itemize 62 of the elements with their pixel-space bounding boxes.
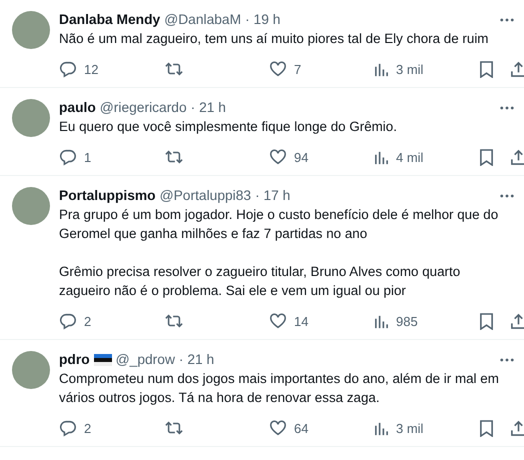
more-options-icon[interactable] xyxy=(500,106,514,110)
view-count: 4 mil xyxy=(396,150,424,164)
post-time[interactable]: · 17 h xyxy=(255,188,290,203)
views-chart-icon[interactable] xyxy=(374,420,389,436)
comment-icon[interactable] xyxy=(59,419,77,437)
repost-icon[interactable] xyxy=(164,312,184,330)
view-count: 3 mil xyxy=(396,420,424,436)
heart-icon[interactable] xyxy=(269,60,287,78)
user-name[interactable]: Portaluppismo xyxy=(59,188,156,203)
heart-icon[interactable] xyxy=(269,312,287,330)
like-count: 14 xyxy=(294,314,308,328)
avatar-photo-placeholder[interactable] xyxy=(12,351,50,389)
reply-text: Pra grupo é um bom jogador. Hoje o custo benefício dele é melhor que do Geromel que ganha milhões e faz 7 partidas no ano xyxy=(59,206,500,243)
repost-icon[interactable] xyxy=(164,419,184,437)
reply-text: Não é um mal zagueiro, tem uns aí muito piores tal de Ely chora de ruim xyxy=(59,30,490,48)
heart-icon[interactable] xyxy=(269,419,287,437)
more-options-icon[interactable] xyxy=(500,358,514,362)
bookmark-icon[interactable] xyxy=(479,60,494,78)
view-count: 3 mil xyxy=(396,62,424,76)
avatar-photo-placeholder[interactable] xyxy=(12,11,50,49)
more-options-icon[interactable] xyxy=(500,18,514,22)
reply-text: Eu quero que você simplesmente fique longe do Grêmio. xyxy=(59,118,398,136)
like-count: 7 xyxy=(294,62,302,76)
post-time[interactable]: · 19 h xyxy=(245,12,280,27)
repost-icon[interactable] xyxy=(164,60,184,78)
more-options-icon[interactable] xyxy=(500,194,514,198)
avatar-photo-placeholder[interactable] xyxy=(12,99,50,137)
bookmark-icon[interactable] xyxy=(479,420,494,436)
view-count: 985 xyxy=(396,314,418,328)
user-handle[interactable]: @_pdrow xyxy=(116,352,175,367)
user-handle[interactable]: @Portaluppi83 xyxy=(160,188,252,203)
heart-icon[interactable] xyxy=(269,148,287,166)
flag-icon xyxy=(94,354,112,366)
bookmark-icon[interactable] xyxy=(479,148,494,166)
post-time[interactable]: · 21 h xyxy=(178,352,214,367)
like-count: 94 xyxy=(294,150,308,164)
share-icon[interactable] xyxy=(510,420,524,436)
like-count: 64 xyxy=(294,420,308,436)
share-icon[interactable] xyxy=(510,60,524,78)
reply-text: Grêmio precisa resolver o zagueiro titular, Bruno Alves como quarto zagueiro não é o problema. Sai ele e vem um igual ou pior xyxy=(59,263,462,300)
comment-icon[interactable] xyxy=(59,60,77,78)
user-name[interactable]: Danlaba Mendy xyxy=(59,12,160,27)
views-chart-icon[interactable] xyxy=(374,314,389,328)
bookmark-icon[interactable] xyxy=(479,312,494,330)
avatar-photo-placeholder[interactable] xyxy=(12,187,50,225)
user-handle[interactable]: @riegericardo xyxy=(100,100,187,115)
views-chart-icon[interactable] xyxy=(374,62,389,76)
share-icon[interactable] xyxy=(510,148,524,166)
reply-count: 2 xyxy=(84,314,92,328)
user-handle[interactable]: @DanlabaM xyxy=(164,12,242,27)
comment-icon[interactable] xyxy=(59,312,77,330)
reply-count: 2 xyxy=(84,420,92,436)
comment-icon[interactable] xyxy=(59,148,77,166)
reply-count: 12 xyxy=(84,62,98,76)
user-name[interactable]: paulo xyxy=(59,100,96,115)
post-time[interactable]: · 21 h xyxy=(190,100,226,115)
user-name[interactable]: pdro xyxy=(59,352,90,367)
repost-icon[interactable] xyxy=(164,148,184,166)
reply-text: Comprometeu num dos jogos mais importantes do ano, além de ir mal em vários outros jogos. Tá na hora de renovar essa zaga. xyxy=(59,370,500,407)
views-chart-icon[interactable] xyxy=(374,150,389,164)
share-icon[interactable] xyxy=(510,312,524,330)
reply-count: 1 xyxy=(84,150,92,164)
